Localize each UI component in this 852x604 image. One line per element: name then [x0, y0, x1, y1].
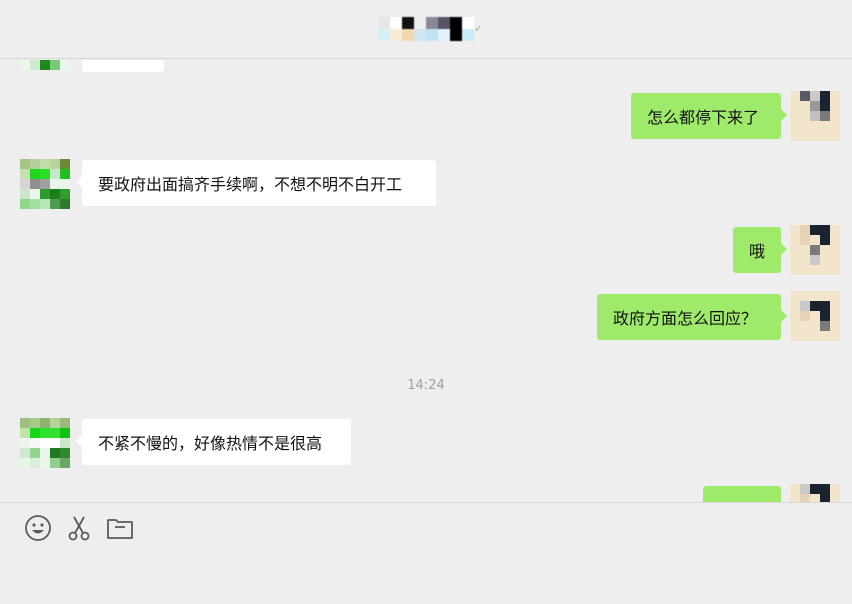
input-toolbar	[0, 502, 852, 604]
chat-title-pixelated	[378, 17, 474, 41]
emoji-button[interactable]	[23, 513, 53, 543]
message-text: 哦	[749, 242, 766, 261]
screenshot-button[interactable]	[64, 513, 94, 543]
message-timestamp: 14:24	[407, 378, 445, 393]
message-text: 怎么都停下来了	[647, 108, 760, 127]
emoji-icon	[25, 515, 51, 541]
message-bubble[interactable]	[82, 60, 164, 72]
chat-header: ✓	[0, 0, 852, 59]
message-bubble[interactable]: 不紧不慢的，好像热情不是很高	[76, 419, 351, 465]
send-file-button[interactable]	[105, 513, 135, 543]
scissors-icon	[68, 516, 90, 541]
contact-avatar[interactable]	[20, 60, 70, 70]
message-text: 政府方面怎么回应？	[613, 309, 758, 328]
message-text: 要政府出面搞齐手续啊，不想不明不白开工	[98, 175, 403, 194]
user-avatar[interactable]	[790, 291, 840, 341]
contact-avatar[interactable]	[20, 159, 70, 209]
message-bubble[interactable]: 哦	[733, 227, 787, 273]
user-avatar[interactable]	[790, 91, 840, 141]
message-bubble[interactable]: 要政府出面搞齐手续啊，不想不明不白开工	[76, 160, 436, 206]
message-bubble[interactable]: 怎么都停下来了	[631, 93, 787, 139]
message-bubble[interactable]	[703, 486, 781, 502]
user-avatar[interactable]	[790, 225, 840, 275]
user-avatar[interactable]	[790, 484, 840, 502]
contact-avatar[interactable]	[20, 418, 70, 468]
title-mark-icon: ✓	[474, 24, 483, 35]
message-bubble[interactable]: 政府方面怎么回应？	[597, 294, 787, 340]
folder-icon	[107, 519, 133, 539]
message-list[interactable]: 怎么都停下来了 要政府出面搞齐手续啊，不想不明不白开工 哦 政府方面怎么回应？	[0, 60, 852, 502]
message-text: 不紧不慢的，好像热情不是很高	[98, 434, 323, 453]
